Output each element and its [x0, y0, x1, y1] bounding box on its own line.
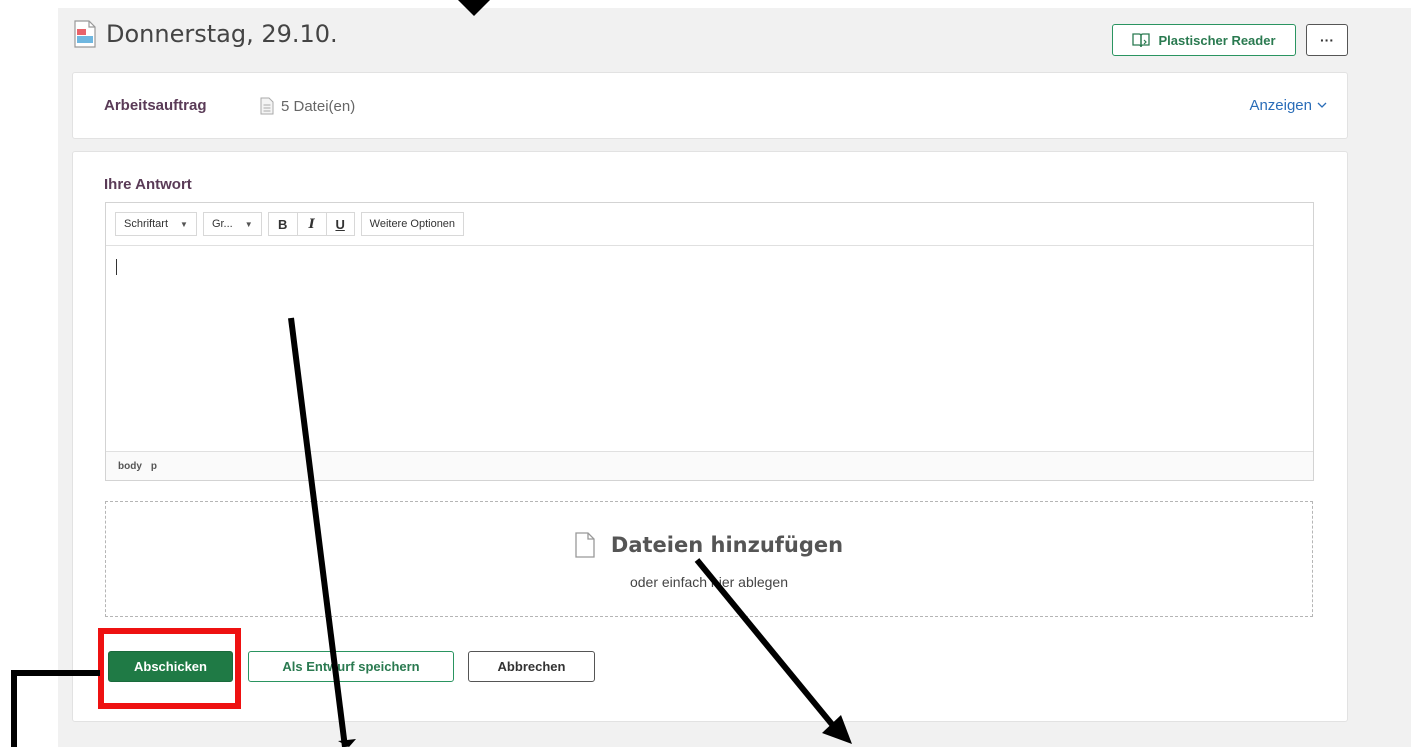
caret-down-icon: ▼ — [180, 219, 188, 229]
page-header: Donnerstag, 29.10. — [74, 14, 338, 54]
editor-text-area[interactable] — [106, 247, 1313, 452]
font-family-select[interactable]: Schriftart ▼ — [115, 212, 197, 236]
font-size-select[interactable]: Gr... ▼ — [202, 212, 262, 236]
text-cursor — [116, 259, 117, 275]
file-dropzone[interactable]: Dateien hinzufügen oder einfach hier abl… — [105, 501, 1313, 617]
show-task-label: Anzeigen — [1249, 97, 1312, 114]
file-icon — [260, 97, 274, 115]
task-files: 5 Datei(en) — [260, 97, 355, 115]
underline-button[interactable]: U — [325, 212, 355, 236]
dropzone-title: Dateien hinzufügen — [106, 532, 1312, 558]
element-path-body[interactable]: body — [118, 461, 142, 472]
show-task-link[interactable]: Anzeigen — [1249, 97, 1327, 114]
caret-down-icon: ▼ — [244, 219, 253, 229]
save-draft-button[interactable]: Als Entwurf speichern — [248, 651, 454, 682]
more-options-button[interactable]: ··· — [1306, 24, 1348, 56]
answer-card: Ihre Antwort Schriftart ▼ Gr... ▼ B I U … — [72, 151, 1348, 722]
dropzone-title-label: Dateien hinzufügen — [610, 533, 844, 557]
file-icon — [575, 532, 595, 558]
immersive-reader-label: Plastischer Reader — [1158, 32, 1276, 48]
task-files-count: 5 Datei(en) — [281, 97, 356, 115]
immersive-reader-button[interactable]: Plastischer Reader — [1112, 24, 1296, 56]
task-card: Arbeitsauftrag 5 Datei(en) Anzeigen — [72, 72, 1348, 139]
more-formatting-options-button[interactable]: Weitere Optionen — [360, 212, 465, 236]
italic-button[interactable]: I — [296, 212, 326, 236]
font-size-select-label: Gr... — [211, 218, 233, 230]
format-button-group: B I U — [267, 212, 355, 236]
font-family-select-label: Schriftart — [124, 218, 169, 230]
editor-statusbar: body p — [106, 451, 1313, 480]
answer-label: Ihre Antwort — [104, 176, 192, 193]
task-label: Arbeitsauftrag — [104, 97, 207, 114]
page-title: Donnerstag, 29.10. — [106, 20, 338, 48]
chevron-down-icon — [1317, 102, 1327, 108]
highlight-box — [98, 628, 241, 709]
rich-text-editor: Schriftart ▼ Gr... ▼ B I U Weitere Optio… — [105, 202, 1314, 481]
reader-icon — [1132, 33, 1151, 48]
editor-toolbar: Schriftart ▼ Gr... ▼ B I U Weitere Optio… — [106, 203, 1313, 246]
dropzone-subtitle: oder einfach hier ablegen — [629, 574, 788, 590]
bold-button[interactable]: B — [267, 212, 297, 236]
element-path-p[interactable]: p — [151, 461, 157, 472]
cancel-button[interactable]: Abbrechen — [468, 651, 595, 682]
document-icon — [74, 20, 96, 48]
